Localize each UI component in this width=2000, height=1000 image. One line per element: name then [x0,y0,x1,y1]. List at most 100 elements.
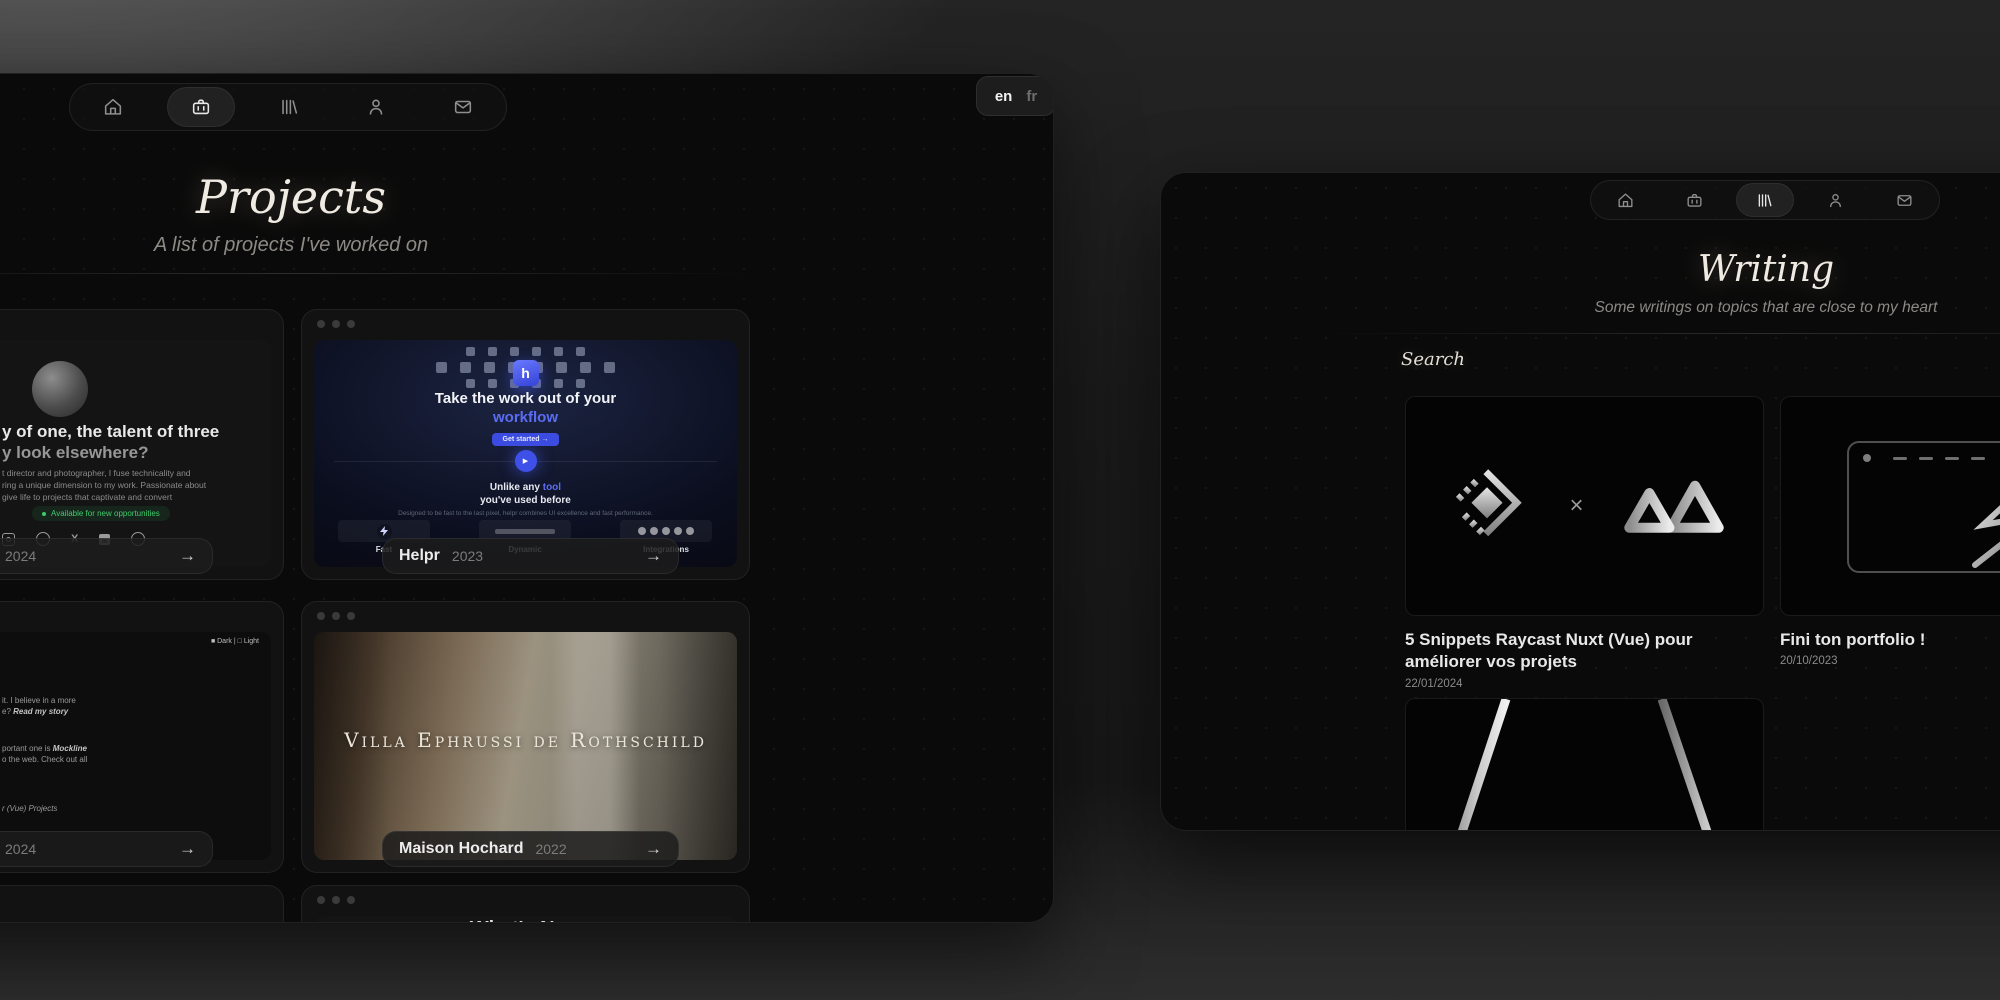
arrow-icon[interactable]: → [645,839,662,859]
briefcase-icon [190,96,212,118]
nav-about[interactable] [343,88,409,126]
nav-projects[interactable] [1667,184,1723,216]
helpr-heading: Take the work out of your [314,390,737,407]
avatar [32,361,88,417]
arrow-icon[interactable]: → [645,546,662,566]
project-year: 2022 [535,841,566,857]
helpr-description: Designed to be fast to the last pixel, h… [314,510,737,517]
portfolio-body-2: ring a unique dimension to my work. Pass… [2,480,206,490]
project-card-portfolio[interactable]: y of one, the talent of three y look els… [0,309,284,580]
card-footer[interactable]: Helpr 2023 → [382,538,679,574]
page-subtitle: A list of projects I've worked on [0,234,1053,257]
window-dots [317,320,355,328]
person-icon [1826,191,1845,210]
arrow-icon[interactable]: → [179,839,196,859]
card-footer[interactable]: Maison Hochard 2022 → [382,831,679,867]
browser-frame-icon [1847,441,2000,573]
lightning-bolt-icon [1941,469,2000,574]
post-title[interactable]: Fini ton portfolio ! [1780,629,2000,651]
nav-about[interactable] [1807,184,1863,216]
header-divider [1316,333,2000,334]
post-title[interactable]: 5 Snippets Raycast Nuxt (Vue) pour améli… [1405,629,1745,674]
lang-fr[interactable]: fr [1026,88,1037,105]
theme-toggle[interactable]: ■ Dark | □ Light [211,638,259,645]
nav-writing[interactable] [1736,183,1794,217]
mail-icon [452,96,474,118]
card-footer[interactable]: 2024 → [0,538,213,574]
header-divider [0,273,761,274]
helpr-tagline-1: Unlike any tool [314,482,737,493]
arrow-icon[interactable]: → [179,546,196,566]
portfolio-body-3: give life to projects that captivate and… [2,492,172,502]
mail-icon [1895,191,1914,210]
main-nav [69,83,507,131]
nav-home[interactable] [80,88,146,126]
briefcase-icon [1685,191,1704,210]
projects-window: en fr Projects A list of projects I've w… [0,73,1054,923]
story-line-4: o the web. Check out all [2,755,87,764]
maison-preview: Villa Ephrussi de Rothschild [314,632,737,860]
library-icon [278,96,300,118]
availability-label: Available for new opportunities [51,509,160,518]
nav-writing[interactable] [256,88,322,126]
project-year: 2023 [452,548,483,564]
post-card-raycast-nuxt[interactable]: × 5 Snippets Raycast Nuxt (Vue) pour amé… [1405,396,1764,690]
nuxt-logo-icon [1622,471,1726,542]
project-name: Maison Hochard [399,840,523,858]
story-line-2: e? Read my story [2,707,68,716]
availability-badge: Available for new opportunities [32,506,170,521]
x-separator-icon: × [1569,492,1583,520]
window-dots [317,612,355,620]
nav-projects[interactable] [167,87,235,127]
portfolio-body-1: t director and photographer, I fuse tech… [2,468,191,478]
project-name: Helpr [399,547,440,565]
post-card-portfolio[interactable]: Fini ton portfolio ! 20/10/2023 [1780,396,2000,667]
window-dots [317,896,355,904]
card-footer[interactable]: 2024 → [0,831,213,867]
helpr-tagline-2: you've used before [314,495,737,506]
post-date: 20/10/2023 [1780,655,2000,667]
helpr-preview: h Take the work out of your workflow Get… [314,340,737,567]
play-button[interactable]: ▶ [515,450,537,472]
home-icon [1616,191,1635,210]
story-preview: ■ Dark | □ Light it. I believe in a more… [0,632,271,860]
search-label[interactable]: Search [1401,349,1465,370]
post-date: 22/01/2024 [1405,678,1764,690]
project-card-story[interactable]: ■ Dark | □ Light it. I believe in a more… [0,601,284,873]
whats-new-preview: What's New [314,916,737,923]
nav-home[interactable] [1598,184,1654,216]
project-card-helpr[interactable]: h Take the work out of your workflow Get… [301,309,750,580]
page-title: Projects [0,170,1053,224]
story-line-1: it. I believe in a more [2,696,76,705]
helpr-logo: h [513,360,539,386]
portfolio-preview: y of one, the talent of three y look els… [0,340,271,567]
story-line-3: portant one is Mockline [2,744,87,753]
project-card-maison[interactable]: Villa Ephrussi de Rothschild Maison Hoch… [301,601,750,873]
project-card-clipped[interactable] [0,885,284,923]
library-icon [1755,191,1774,210]
story-line-5: r (Vue) Projects [2,804,57,813]
project-year: 2024 [5,841,36,857]
nav-contact[interactable] [430,88,496,126]
post-card-ladder[interactable] [1405,698,1764,831]
page-title: Writing [1161,249,2000,290]
main-nav [1590,180,1940,220]
nav-contact[interactable] [1876,184,1932,216]
language-switcher: en fr [976,76,1054,116]
desktop-background: en fr Projects A list of projects I've w… [0,0,2000,1000]
whats-new-title: What's New [314,918,737,923]
post-image [1405,698,1764,831]
lang-en[interactable]: en [995,88,1013,105]
project-card-whats-new[interactable]: What's New [301,885,750,923]
project-year: 2024 [5,548,36,564]
raycast-logo-icon [1443,460,1531,553]
helpr-heading-accent: workflow [314,409,737,426]
get-started-button[interactable]: Get started → [492,433,560,446]
writing-window: Writing Some writings on topics that are… [1160,172,2000,831]
portfolio-heading-1: y of one, the talent of three [2,422,219,442]
post-image [1780,396,2000,616]
post-image: × [1405,396,1764,616]
portfolio-heading-2: y look elsewhere? [2,443,148,463]
page-subtitle: Some writings on topics that are close t… [1161,299,2000,317]
person-icon [365,96,387,118]
